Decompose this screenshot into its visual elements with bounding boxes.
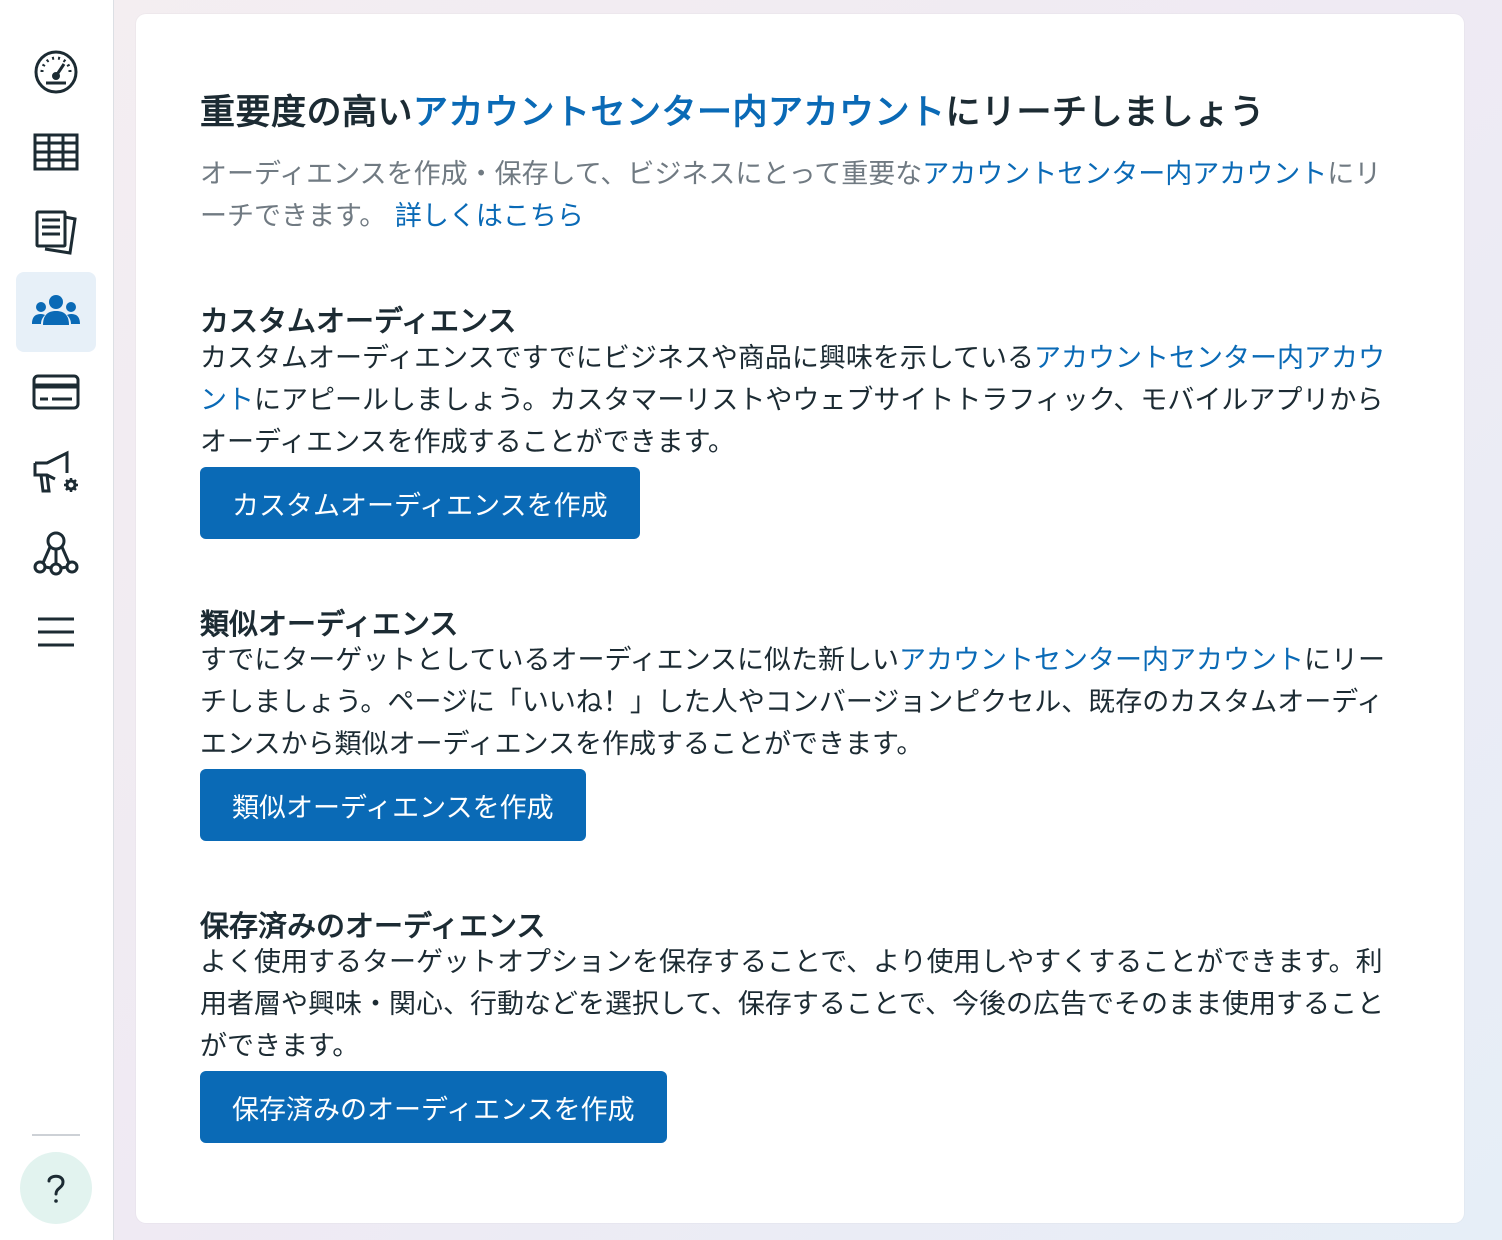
create-custom-audience-button[interactable]: カスタムオーディエンスを作成 (200, 467, 640, 539)
sidebar (0, 0, 114, 1240)
sidebar-item-network[interactable] (16, 512, 96, 592)
network-nodes-icon (33, 531, 79, 576)
audience-intro-card: 重要度の高いアカウントセンター内アカウントにリーチしましょう オーディエンスを作… (136, 14, 1464, 1223)
credit-card-icon (32, 374, 80, 410)
people-group-icon (32, 295, 80, 325)
create-saved-audience-button[interactable]: 保存済みのオーディエンスを作成 (200, 1071, 667, 1143)
sidebar-item-pages[interactable] (16, 192, 96, 272)
help-button[interactable] (20, 1152, 92, 1224)
title-suffix: にリーチしましょう (945, 93, 1266, 133)
lookalike-audience-title: 類似オーディエンス (200, 607, 459, 641)
table-icon (33, 133, 79, 171)
saved-audience-description: よく使用するターゲットオプションを保存することで、より使用しやすくすることができ… (200, 947, 1384, 1062)
title-prefix: 重要度の高い (200, 93, 414, 133)
intro-link[interactable]: アカウントセンター内アカウント (922, 159, 1327, 190)
intro-prefix: オーディエンスを作成・保存して、ビジネスにとって重要な (200, 159, 923, 190)
app-window: 重要度の高いアカウントセンター内アカウントにリーチしましょう オーディエンスを作… (0, 0, 1502, 1240)
page-title: 重要度の高いアカウントセンター内アカウントにリーチしましょう (200, 84, 1265, 135)
custom-audience-title: カスタムオーディエンス (200, 304, 517, 338)
create-lookalike-audience-button[interactable]: 類似オーディエンスを作成 (200, 769, 586, 841)
megaphone-gear-icon (33, 450, 78, 493)
sidebar-item-billing[interactable] (16, 352, 96, 432)
intro-text: オーディエンスを作成・保存して、ビジネスにとって重要なアカウントセンター内アカウ… (200, 154, 1404, 238)
question-mark-icon (47, 1174, 65, 1203)
lookalike-audience-body-prefix: すでにターゲットとしているオーディエンスに似た新しい (200, 645, 900, 676)
sidebar-item-menu[interactable] (16, 592, 96, 672)
saved-audience-title: 保存済みのオーディエンス (200, 909, 546, 943)
hamburger-menu-icon (38, 617, 74, 647)
sidebar-divider (32, 1134, 80, 1136)
custom-audience-body-suffix: にアピールしましょう。カスタマーリストやウェブサイトトラフィック、モバイルアプリ… (200, 385, 1384, 458)
sidebar-item-ads-settings[interactable] (16, 432, 96, 512)
sidebar-item-audiences[interactable] (16, 272, 96, 352)
learn-more-link[interactable]: 詳しくはこちら (395, 201, 584, 232)
custom-audience-description: カスタムオーディエンスですでにビジネスや商品に興味を示しているアカウントセンター… (200, 338, 1404, 464)
documents-icon (35, 210, 77, 255)
title-link[interactable]: アカウントセンター内アカウント (413, 93, 946, 133)
sidebar-item-table[interactable] (16, 112, 96, 192)
sidebar-item-dashboard[interactable] (16, 32, 96, 112)
lookalike-audience-link[interactable]: アカウントセンター内アカウント (899, 645, 1304, 676)
lookalike-audience-description: すでにターゲットとしているオーディエンスに似た新しいアカウントセンター内アカウン… (200, 640, 1404, 766)
custom-audience-body-prefix: カスタムオーディエンスですでにビジネスや商品に興味を示している (200, 343, 1035, 374)
speedometer-icon (34, 50, 78, 94)
